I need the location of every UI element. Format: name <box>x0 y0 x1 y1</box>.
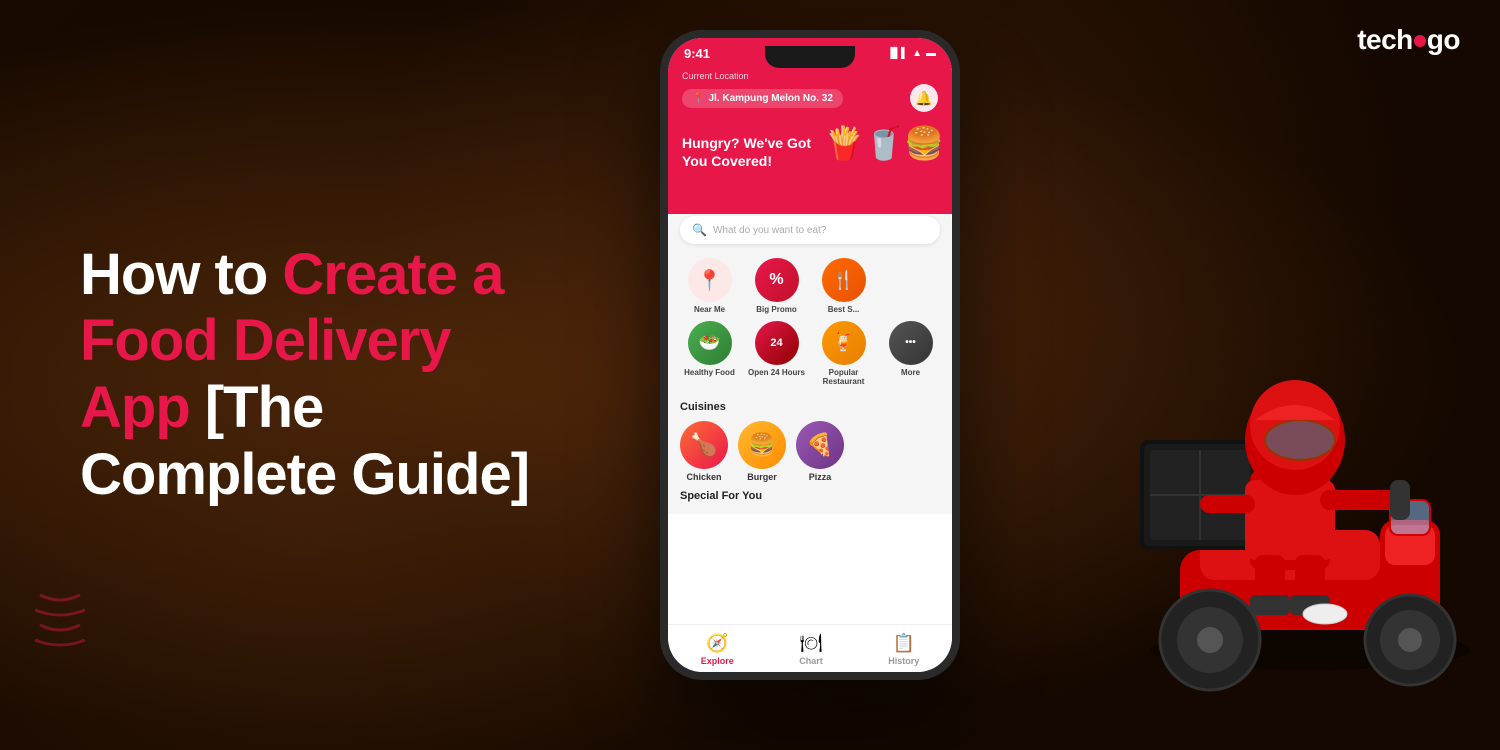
content-wrapper: How to Create a Food Delivery App [The C… <box>0 0 1500 750</box>
notification-button[interactable]: 🔔 <box>910 84 938 112</box>
healthy-food-icon: 🥗 <box>688 321 732 365</box>
phone-notch <box>765 46 855 68</box>
chart-label: Chart <box>799 656 823 666</box>
hero-line1: Hungry? We've Got <box>682 135 811 151</box>
decorative-lines <box>30 585 90 670</box>
nav-chart[interactable]: 🍽 Chart <box>799 633 823 666</box>
search-box[interactable]: 🔍 What do you want to eat? <box>680 216 940 244</box>
big-promo-label: Big Promo <box>756 305 796 315</box>
special-section: Special For You <box>668 490 952 514</box>
big-promo-icon: % <box>755 258 799 302</box>
location-row: 📍 Jl. Kampung Melon No. 32 🔔 <box>682 84 938 112</box>
location-label: Current Location <box>682 71 938 81</box>
logo-dot <box>1414 35 1426 47</box>
open24-icon: 24 <box>755 321 799 365</box>
rider-illustration <box>1100 130 1500 730</box>
location-pill[interactable]: 📍 Jl. Kampung Melon No. 32 <box>682 89 843 108</box>
popular-icon: 🍹 <box>822 321 866 365</box>
explore-icon: 🧭 <box>706 633 728 654</box>
best-seller-label: Best S... <box>828 305 860 315</box>
category-open-24[interactable]: 24 Open 24 Hours <box>747 321 806 387</box>
signal-icon: ▐▌▌ <box>887 48 908 59</box>
more-label: More <box>901 368 920 378</box>
nav-history[interactable]: 📋 History <box>888 633 919 666</box>
pizza-label: Pizza <box>809 472 832 482</box>
chicken-label: Chicken <box>686 472 721 482</box>
nav-explore[interactable]: 🧭 Explore <box>701 633 734 666</box>
left-text-area: How to Create a Food Delivery App [The C… <box>0 182 620 569</box>
category-more[interactable]: ••• More <box>881 321 940 387</box>
explore-label: Explore <box>701 656 734 666</box>
special-title: Special For You <box>680 490 940 502</box>
location-address: Jl. Kampung Melon No. 32 <box>708 93 832 104</box>
hero-banner: Hungry? We've Got You Covered! 🍟🥤🍔 <box>668 124 952 214</box>
burger-icon: 🍔 <box>738 421 786 469</box>
cuisine-chicken[interactable]: 🍗 Chicken <box>680 421 728 482</box>
phone-mockup: 9:41 ▐▌▌ ▲ ▬ Current Location 📍 Jl. Kamp… <box>660 30 960 680</box>
pizza-icon: 🍕 <box>796 421 844 469</box>
near-me-icon: 📍 <box>688 258 732 302</box>
history-label: History <box>888 656 919 666</box>
burger-label: Burger <box>747 472 777 482</box>
hero-text: Hungry? We've Got You Covered! <box>682 134 938 170</box>
category-near-me[interactable]: 📍 Near Me <box>680 258 739 315</box>
history-icon: 📋 <box>893 633 915 654</box>
categories-grid-row2: 🥗 Healthy Food 24 Open 24 Hours 🍹 Popula… <box>680 321 940 387</box>
categories-grid-row1: 📍 Near Me % Big Promo 🍴 Best S... <box>680 258 940 315</box>
bell-icon: 🔔 <box>915 90 932 107</box>
logo-text: techgo <box>1357 24 1460 55</box>
category-partial <box>881 258 940 315</box>
healthy-food-label: Healthy Food <box>684 368 735 378</box>
cuisines-section: Cuisines 🍗 Chicken 🍔 Burger 🍕 Pizza <box>668 401 952 490</box>
battery-icon: ▬ <box>926 48 936 59</box>
phone-screen: 9:41 ▐▌▌ ▲ ▬ Current Location 📍 Jl. Kamp… <box>668 38 952 672</box>
bottom-nav: 🧭 Explore 🍽 Chart 📋 History <box>668 624 952 672</box>
headline-white-1: How to <box>80 242 282 307</box>
main-headline: How to Create a Food Delivery App [The C… <box>80 242 560 509</box>
categories-section: 📍 Near Me % Big Promo 🍴 Best S... <box>668 250 952 401</box>
status-icons: ▐▌▌ ▲ ▬ <box>887 48 936 59</box>
cuisines-title: Cuisines <box>680 401 940 413</box>
right-area: 9:41 ▐▌▌ ▲ ▬ Current Location 📍 Jl. Kamp… <box>620 0 1500 750</box>
category-big-promo[interactable]: % Big Promo <box>747 258 806 315</box>
category-popular-restaurant[interactable]: 🍹 Popular Restaurant <box>814 321 873 387</box>
cuisine-row: 🍗 Chicken 🍔 Burger 🍕 Pizza <box>680 421 940 482</box>
hero-line2: You Covered! <box>682 153 772 169</box>
logo: techgo <box>1357 24 1460 56</box>
chicken-icon: 🍗 <box>680 421 728 469</box>
open24-label: Open 24 Hours <box>748 368 805 378</box>
near-me-label: Near Me <box>694 305 725 315</box>
chart-icon: 🍽 <box>800 633 823 654</box>
wifi-icon: ▲ <box>912 48 922 59</box>
search-placeholder-text: What do you want to eat? <box>713 225 826 236</box>
pin-icon: 📍 <box>692 93 704 104</box>
category-best-seller[interactable]: 🍴 Best S... <box>814 258 873 315</box>
cuisine-burger[interactable]: 🍔 Burger <box>738 421 786 482</box>
phone-header: Current Location 📍 Jl. Kampung Melon No.… <box>668 65 952 124</box>
best-seller-icon: 🍴 <box>822 258 866 302</box>
search-icon: 🔍 <box>692 223 707 237</box>
category-healthy-food[interactable]: 🥗 Healthy Food <box>680 321 739 387</box>
popular-label: Popular Restaurant <box>814 368 873 387</box>
cuisine-pizza[interactable]: 🍕 Pizza <box>796 421 844 482</box>
more-icon: ••• <box>889 321 933 365</box>
status-time: 9:41 <box>684 46 710 61</box>
